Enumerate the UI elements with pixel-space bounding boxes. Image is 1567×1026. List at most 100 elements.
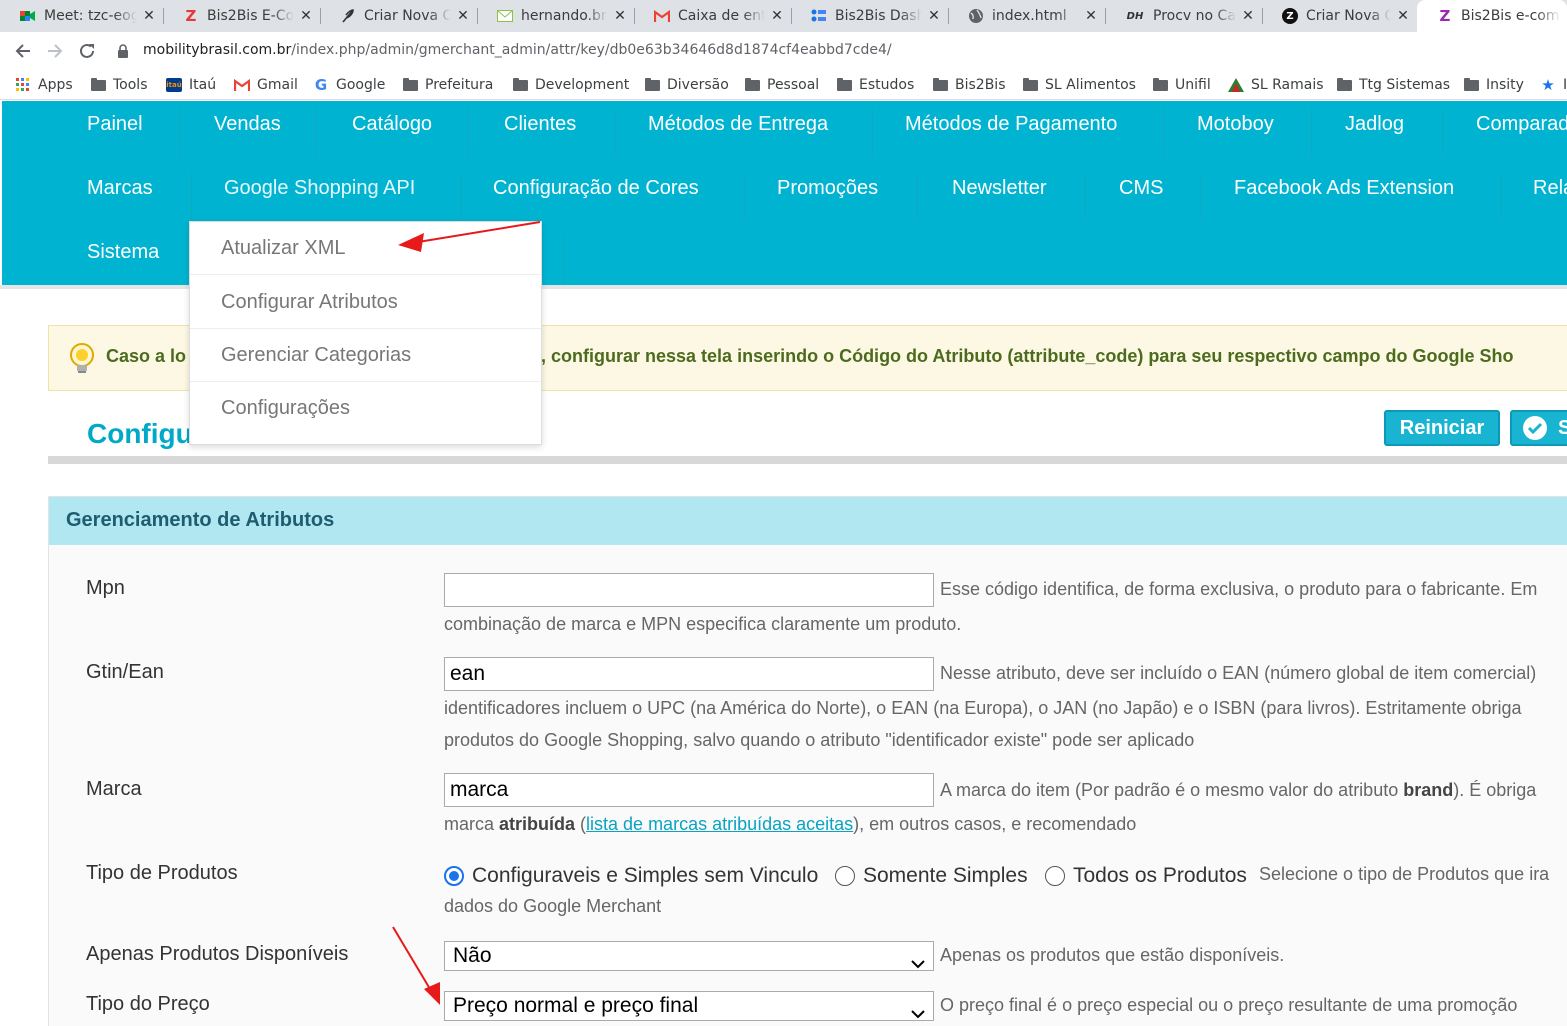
- menu-divider: [1085, 173, 1086, 219]
- marca-input[interactable]: marca: [444, 773, 934, 807]
- browser-tab[interactable]: Criar Nova Conta ✕: [320, 0, 477, 32]
- bookmark-bis2bis[interactable]: Bis2Bis: [932, 75, 1005, 95]
- accepted-brands-link[interactable]: lista de marcas atribuídas aceitas: [586, 814, 853, 834]
- browser-tab[interactable]: Caixa de entrada ✕: [634, 0, 791, 32]
- radio-configuraveis-simples[interactable]: Configuraveis e Simples sem Vinculo: [444, 864, 818, 888]
- bis2bis-icon: Z: [185, 7, 197, 25]
- close-tab-icon[interactable]: ✕: [769, 8, 785, 24]
- dropdown-item-gerenciar-categorias[interactable]: Gerenciar Categorias: [190, 329, 541, 382]
- bookmark-pessoal[interactable]: Pessoal: [744, 75, 819, 95]
- radio-unchecked-icon: [835, 866, 855, 886]
- globe-icon: [968, 8, 984, 24]
- back-arrow-icon[interactable]: [10, 38, 36, 64]
- tipo-preco-label: Tipo do Preço: [86, 993, 210, 1015]
- bookmark-tools[interactable]: Tools: [90, 75, 148, 95]
- lock-icon[interactable]: [118, 43, 128, 58]
- close-tab-icon[interactable]: ✕: [455, 8, 471, 24]
- bookmark-label: Bis2Bis: [955, 77, 1006, 93]
- bookmark-google[interactable]: G Google: [313, 75, 386, 95]
- mpn-input[interactable]: [444, 573, 934, 607]
- reset-button[interactable]: Reiniciar: [1384, 410, 1500, 446]
- menu-divider: [745, 173, 746, 219]
- browser-tab[interactable]: Z Criar Nova Conta ✕: [1262, 0, 1417, 32]
- browser-tab-active[interactable]: Z Bis2Bis e-commerce: [1417, 0, 1567, 32]
- bookmark-sl-ramais[interactable]: SL Ramais: [1228, 75, 1324, 95]
- save-button[interactable]: S: [1510, 410, 1567, 446]
- dropdown-item-configurar-atributos[interactable]: Configurar Atributos: [190, 276, 541, 329]
- bookmark-sl-alimentos[interactable]: SL Alimentos: [1022, 75, 1136, 95]
- bookmark-insity[interactable]: Insity: [1463, 75, 1524, 95]
- menu-divider: [468, 109, 469, 155]
- close-tab-icon[interactable]: ✕: [1083, 8, 1099, 24]
- menu-item-cms[interactable]: CMS: [1119, 165, 1163, 225]
- card-title: Gerenciamento de Atributos: [66, 509, 335, 531]
- menu-item-promocoes[interactable]: Promoções: [777, 165, 878, 225]
- bookmark-unifil[interactable]: Unifil: [1152, 75, 1211, 95]
- folder-icon: [932, 77, 948, 92]
- bookmark-ttg-sistemas[interactable]: Ttg Sistemas: [1336, 75, 1450, 95]
- url-field[interactable]: mobilitybrasil.com.br/index.php/admin/gm…: [143, 42, 892, 58]
- menu-item-relatorios[interactable]: Rela: [1533, 165, 1567, 225]
- menu-item-motoboy[interactable]: Motoboy: [1197, 101, 1274, 161]
- menu-item-vendas[interactable]: Vendas: [214, 101, 281, 161]
- menu-item-clientes[interactable]: Clientes: [504, 101, 576, 161]
- bookmark-itau[interactable]: itaú Itaú: [166, 75, 216, 95]
- radio-somente-simples[interactable]: Somente Simples: [835, 864, 1028, 888]
- bookmark-prefeitura[interactable]: Prefeitura: [402, 75, 493, 95]
- tab-title: Criar Nova Conta: [1306, 8, 1391, 24]
- google-icon: G: [314, 76, 328, 94]
- bookmark-apps[interactable]: Apps: [15, 75, 73, 95]
- browser-tab[interactable]: index.html ✕: [948, 0, 1105, 32]
- close-tab-icon[interactable]: ✕: [141, 8, 157, 24]
- close-tab-icon[interactable]: ✕: [1240, 8, 1256, 24]
- close-tab-icon[interactable]: ✕: [1395, 8, 1411, 24]
- select-value: Não: [453, 944, 492, 967]
- bookmark-label: Insity: [1486, 77, 1524, 93]
- bookmark-gmail[interactable]: Gmail: [234, 75, 298, 95]
- gtin-input[interactable]: ean: [444, 657, 934, 691]
- bookmark-diversao[interactable]: Diversão: [644, 75, 729, 95]
- menu-item-sistema[interactable]: Sistema: [87, 229, 159, 289]
- star-icon: ★: [1541, 76, 1555, 94]
- menu-item-facebook-ads[interactable]: Facebook Ads Extension: [1234, 165, 1454, 225]
- menu-item-painel[interactable]: Painel: [87, 101, 143, 161]
- menu-item-marcas[interactable]: Marcas: [87, 165, 153, 225]
- bookmark-starred[interactable]: ★ I: [1540, 75, 1567, 95]
- dh-icon: DH: [1126, 10, 1144, 22]
- notice-text-left: Caso a lo: [106, 346, 187, 366]
- tipo-preco-select[interactable]: Preço normal e preço final: [444, 991, 934, 1021]
- marca-help: A marca do item (Por padrão é o mesmo va…: [940, 780, 1537, 800]
- menu-item-google-shopping-api[interactable]: Google Shopping API: [224, 165, 415, 225]
- dropdown-item-configuracoes[interactable]: Configurações: [190, 382, 541, 435]
- close-tab-icon[interactable]: ✕: [612, 8, 628, 24]
- menu-item-metodos-entrega[interactable]: Métodos de Entrega: [648, 101, 828, 161]
- menu-item-metodos-pagamento[interactable]: Métodos de Pagamento: [905, 101, 1117, 161]
- folder-icon: [1022, 77, 1038, 92]
- gtin-label: Gtin/Ean: [86, 661, 164, 683]
- chevron-down-icon: [911, 951, 925, 969]
- bookmark-estudos[interactable]: Estudos: [836, 75, 914, 95]
- tipo-produtos-label: Tipo de Produtos: [86, 862, 238, 884]
- forward-arrow-icon[interactable]: [42, 38, 68, 64]
- bookmark-label: Itaú: [189, 77, 217, 93]
- browser-tab[interactable]: hernando.braga ✕: [477, 0, 634, 32]
- browser-tab[interactable]: Meet: tzc-eogr-dfw ✕: [0, 0, 163, 32]
- close-tab-icon[interactable]: ✕: [298, 8, 314, 24]
- reload-icon[interactable]: [74, 38, 100, 64]
- disponiveis-select[interactable]: Não: [444, 941, 934, 971]
- menu-item-newsletter[interactable]: Newsletter: [952, 165, 1046, 225]
- browser-tab[interactable]: Bis2Bis Dashboard ✕: [791, 0, 948, 32]
- lightbulb-icon: [67, 342, 97, 374]
- bookmark-development[interactable]: Development: [512, 75, 629, 95]
- radio-todos-produtos[interactable]: Todos os Produtos: [1045, 864, 1247, 888]
- browser-tab[interactable]: DH Procv no Calc ✕: [1105, 0, 1262, 32]
- dropdown-item-atualizar-xml[interactable]: Atualizar XML: [190, 222, 541, 275]
- browser-tab[interactable]: Z Bis2Bis E-Commerce ✕: [163, 0, 320, 32]
- menu-item-jadlog[interactable]: Jadlog: [1345, 101, 1404, 161]
- bookmark-label: Apps: [38, 77, 73, 93]
- menu-divider: [1442, 109, 1443, 155]
- menu-item-catalogo[interactable]: Catálogo: [352, 101, 432, 161]
- close-tab-icon[interactable]: ✕: [926, 8, 942, 24]
- menu-item-comparador[interactable]: Comparad: [1476, 101, 1567, 161]
- menu-item-configuracao-cores[interactable]: Configuração de Cores: [493, 165, 699, 225]
